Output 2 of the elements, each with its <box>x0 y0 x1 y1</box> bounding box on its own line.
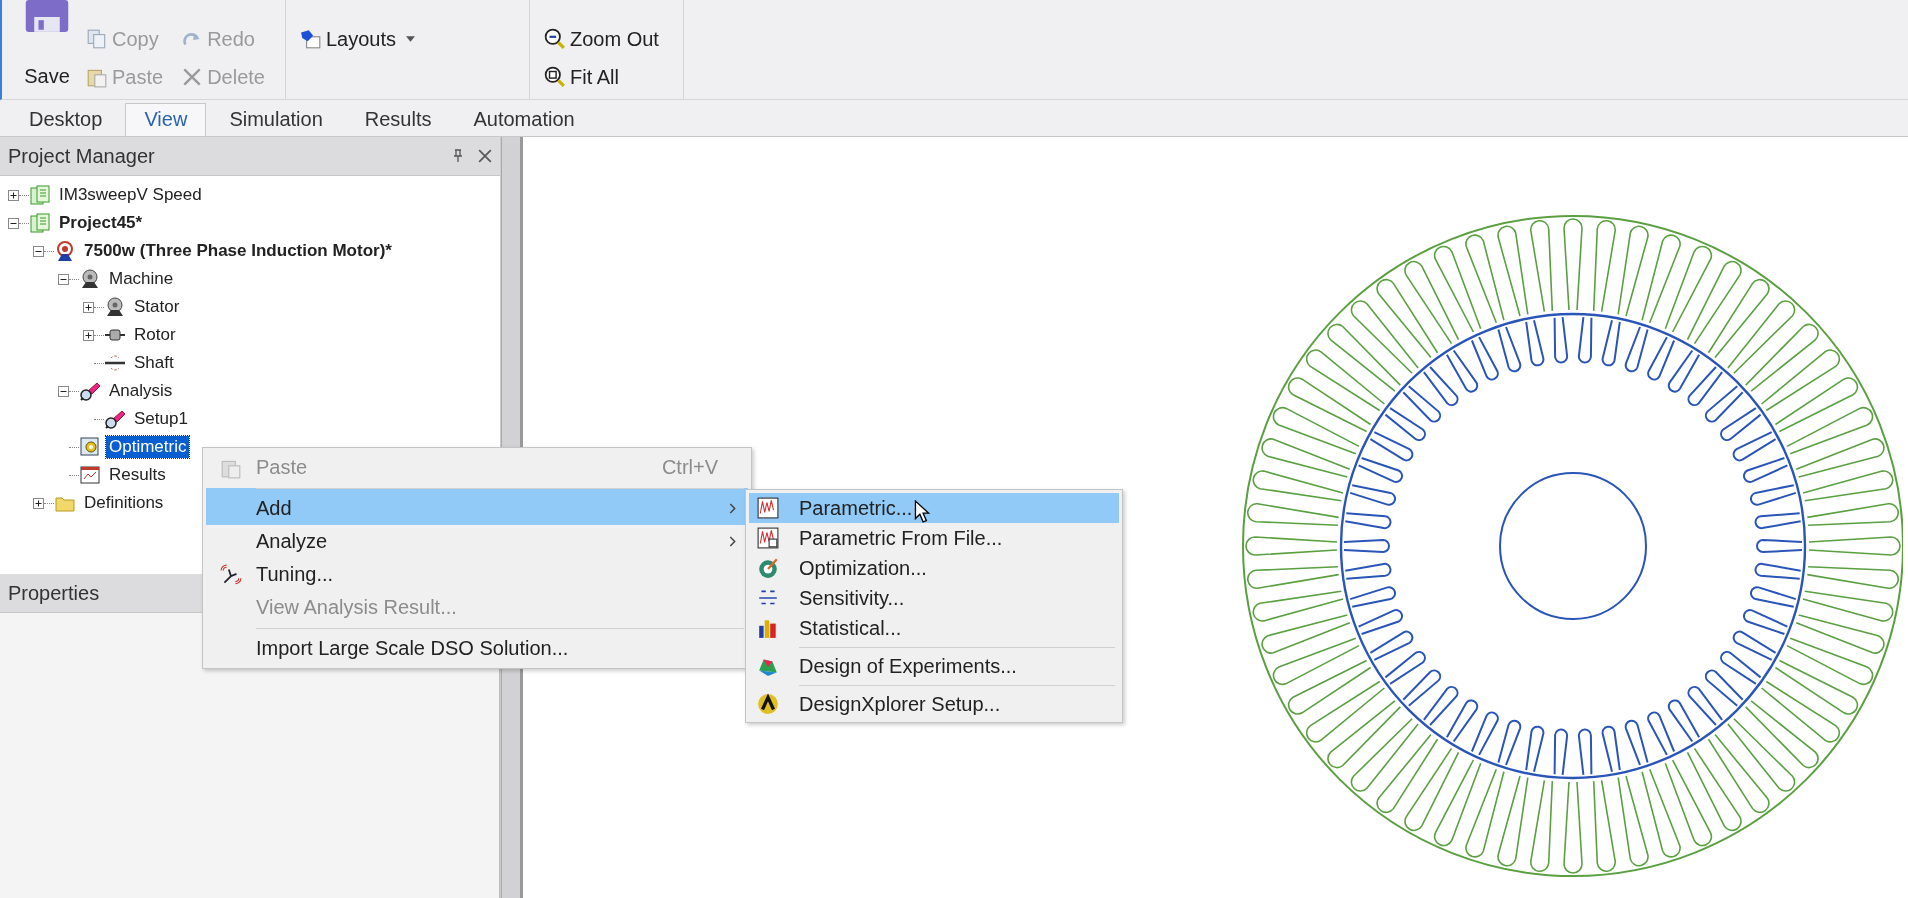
panel-title: Properties <box>8 581 101 605</box>
panel-title: Project Manager <box>8 144 156 168</box>
